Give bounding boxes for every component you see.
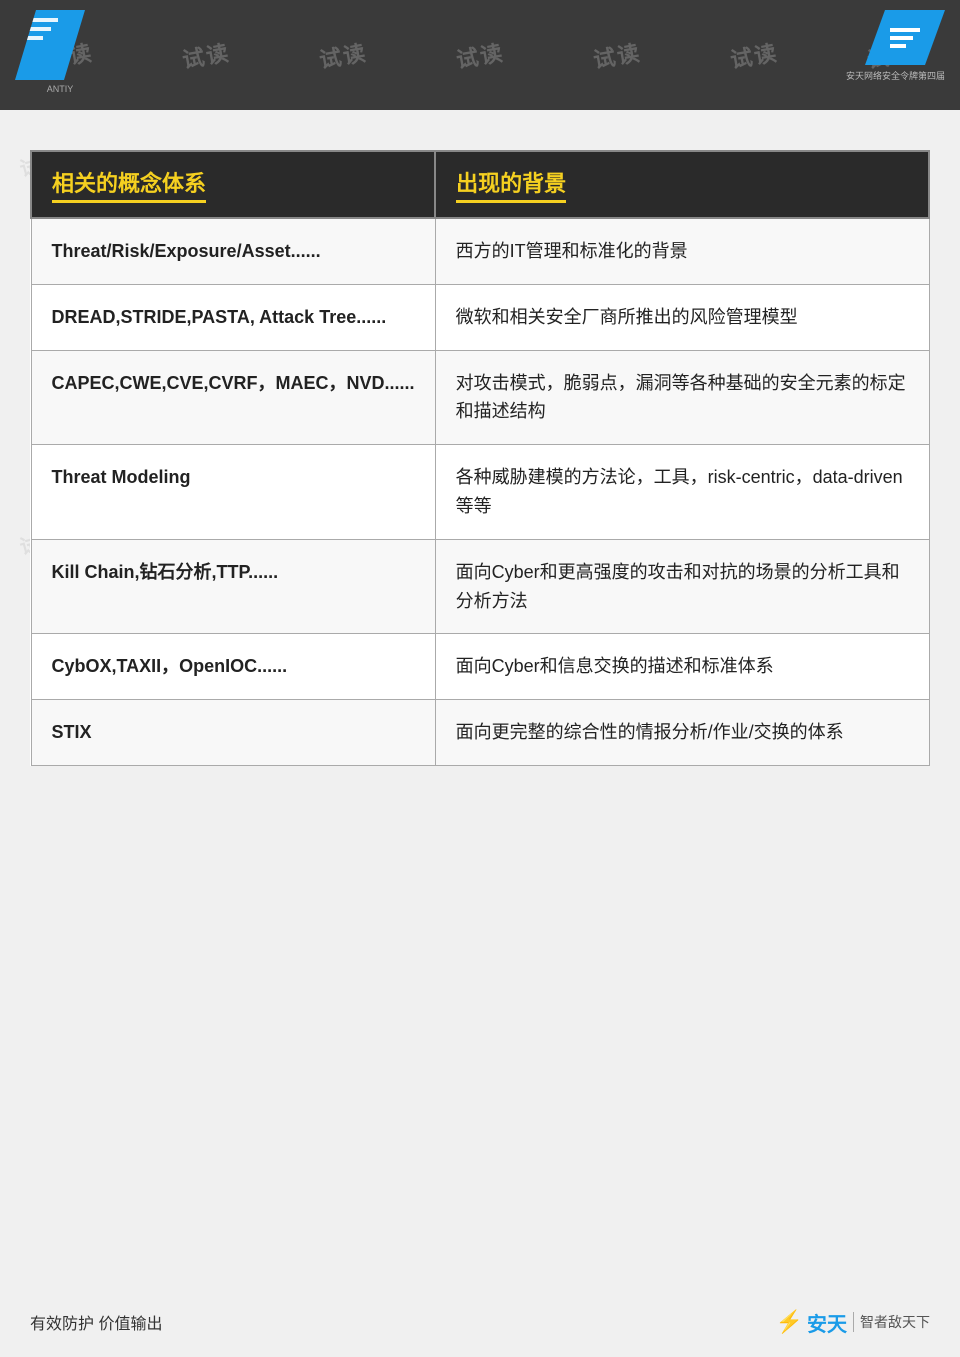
brand-logo-box bbox=[865, 10, 945, 65]
header-logo: ANTIY bbox=[15, 10, 105, 100]
table-row: STIX面向更完整的综合性的情报分析/作业/交换的体系 bbox=[31, 700, 929, 766]
header-wm-2: 试读 bbox=[179, 35, 232, 75]
table-cell-left-2: CAPEC,CWE,CVE,CVRF，MAEC，NVD...... bbox=[31, 350, 435, 445]
table-cell-left-1: DREAD,STRIDE,PASTA, Attack Tree...... bbox=[31, 284, 435, 350]
logo-shape bbox=[15, 10, 85, 80]
table-row: Threat Modeling各种威胁建模的方法论，工具，risk-centri… bbox=[31, 445, 929, 540]
table-cell-right-1: 微软和相关安全厂商所推出的风险管理模型 bbox=[435, 284, 929, 350]
header-wm-5: 试读 bbox=[591, 35, 644, 75]
table-cell-right-6: 面向更完整的综合性的情报分析/作业/交换的体系 bbox=[435, 700, 929, 766]
table-row: Threat/Risk/Exposure/Asset......西方的IT管理和… bbox=[31, 218, 929, 284]
footer-tagline: 有效防护 价值输出 bbox=[30, 1310, 162, 1334]
table-cell-right-2: 对攻击模式，脆弱点，漏洞等各种基础的安全元素的标定和描述结构 bbox=[435, 350, 929, 445]
header-brand: 安天网络安全令牌第四届 bbox=[846, 10, 945, 82]
table-cell-left-4: Kill Chain,钻石分析,TTP...... bbox=[31, 539, 435, 634]
brand-line-3 bbox=[890, 44, 906, 48]
table-row: CybOX,TAXII，OpenIOC......面向Cyber和信息交换的描述… bbox=[31, 634, 929, 700]
main-content: 试读 试读 试读 试读 试读 试读 试读 试读 试读 试读 试读 试读 试读 试… bbox=[0, 110, 960, 866]
header-watermarks: 试读 试读 试读 试读 试读 试读 试读 bbox=[0, 0, 960, 110]
brand-subtitle: 安天网络安全令牌第四届 bbox=[846, 69, 945, 82]
logo-text: ANTIY bbox=[15, 84, 105, 94]
table-cell-right-4: 面向Cyber和更高强度的攻击和对抗的场景的分析工具和分析方法 bbox=[435, 539, 929, 634]
table-cell-right-3: 各种威胁建模的方法论，工具，risk-centric，data-driven等等 bbox=[435, 445, 929, 540]
header-wm-3: 试读 bbox=[316, 35, 369, 75]
header: ANTIY 试读 试读 试读 试读 试读 试读 试读 安天网络安全令牌第四届 bbox=[0, 0, 960, 110]
logo-line-1 bbox=[23, 18, 58, 22]
footer: 有效防护 价值输出 ⚡ 安天 智者敌天下 bbox=[0, 1287, 960, 1357]
logo-line-3 bbox=[23, 36, 43, 40]
table-cell-right-5: 面向Cyber和信息交换的描述和标准体系 bbox=[435, 634, 929, 700]
col1-header-text: 相关的概念体系 bbox=[52, 166, 206, 203]
brand-line-1 bbox=[890, 28, 920, 32]
brand-line-2 bbox=[890, 36, 913, 40]
table-cell-left-0: Threat/Risk/Exposure/Asset...... bbox=[31, 218, 435, 284]
table-cell-right-0: 西方的IT管理和标准化的背景 bbox=[435, 218, 929, 284]
table-cell-left-6: STIX bbox=[31, 700, 435, 766]
lightning-icon: ⚡ bbox=[776, 1309, 803, 1335]
footer-logo-sub: 智者敌天下 bbox=[853, 1312, 930, 1332]
col2-header-text: 出现的背景 bbox=[456, 166, 566, 203]
table-cell-left-5: CybOX,TAXII，OpenIOC...... bbox=[31, 634, 435, 700]
header-wm-6: 试读 bbox=[728, 35, 781, 75]
main-table: 相关的概念体系 出现的背景 Threat/Risk/Exposure/Asset… bbox=[30, 150, 930, 766]
header-wm-4: 试读 bbox=[454, 35, 507, 75]
footer-logo: ⚡ 安天 智者敌天下 bbox=[776, 1308, 930, 1337]
table-row: DREAD,STRIDE,PASTA, Attack Tree......微软和… bbox=[31, 284, 929, 350]
table-row: Kill Chain,钻石分析,TTP......面向Cyber和更高强度的攻击… bbox=[31, 539, 929, 634]
table-row: CAPEC,CWE,CVE,CVRF，MAEC，NVD......对攻击模式，脆… bbox=[31, 350, 929, 445]
logo-lines bbox=[23, 18, 58, 45]
logo-line-2 bbox=[23, 27, 51, 31]
table-header-col2: 出现的背景 bbox=[435, 151, 929, 218]
table-header-col1: 相关的概念体系 bbox=[31, 151, 435, 218]
footer-logo-main: 安天 bbox=[807, 1308, 847, 1337]
brand-inner-lines bbox=[890, 28, 920, 48]
table-cell-left-3: Threat Modeling bbox=[31, 445, 435, 540]
